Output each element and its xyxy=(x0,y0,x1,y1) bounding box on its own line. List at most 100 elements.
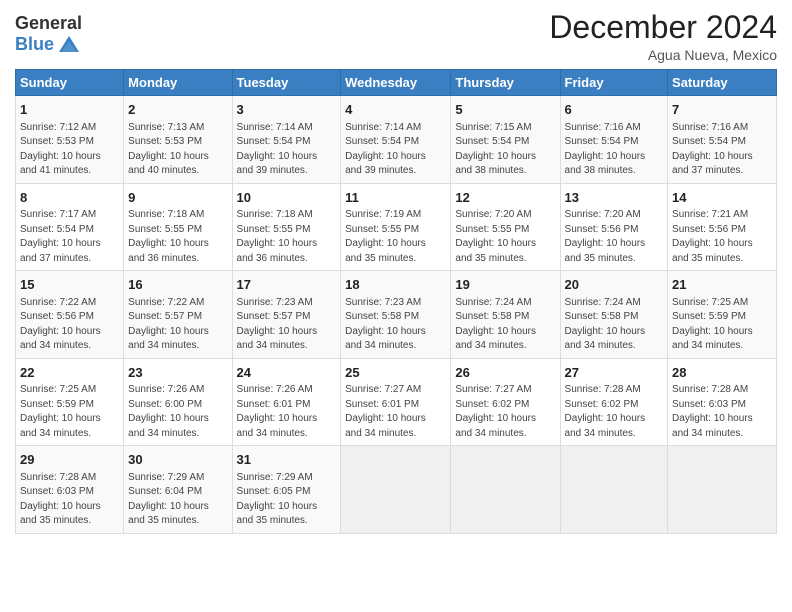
table-row: 28Sunrise: 7:28 AM Sunset: 6:03 PM Dayli… xyxy=(668,358,777,446)
col-monday: Monday xyxy=(124,70,232,96)
table-row: 21 Sunrise: 7:25 AM Sunset: 5:59 PM Dayli… xyxy=(668,271,777,359)
day-info: Sunrise: 7:18 AM Sunset: 5:55 PM Dayligh… xyxy=(128,209,209,264)
table-row: 2 Sunrise: 7:13 AM Sunset: 5:53 PM Daylig… xyxy=(124,96,232,184)
table-row: 19Sunrise: 7:24 AM Sunset: 5:58 PM Dayli… xyxy=(451,271,560,359)
day-info: Sunrise: 7:21 AM Sunset: 5:56 PM Dayligh… xyxy=(672,209,753,264)
col-friday: Friday xyxy=(560,70,668,96)
day-number: 11 xyxy=(345,189,446,207)
day-number: 8 xyxy=(20,189,119,207)
day-number: 22 xyxy=(20,364,119,382)
main-container: General Blue December 2024 Agua Nueva, M… xyxy=(0,0,792,544)
day-number: 13 xyxy=(565,189,664,207)
table-row: 31Sunrise: 7:29 AM Sunset: 6:05 PM Dayli… xyxy=(232,446,341,534)
day-info: Sunrise: 7:19 AM Sunset: 5:55 PM Dayligh… xyxy=(345,209,426,264)
calendar-header-row: Sunday Monday Tuesday Wednesday Thursday… xyxy=(16,70,777,96)
day-info: Sunrise: 7:23 AM Sunset: 5:57 PM Dayligh… xyxy=(237,297,318,352)
day-number: 7 xyxy=(672,101,772,119)
table-row: 7 Sunrise: 7:16 AM Sunset: 5:54 PM Daylig… xyxy=(668,96,777,184)
day-number: 1 xyxy=(20,101,119,119)
day-number: 4 xyxy=(345,101,446,119)
location: Agua Nueva, Mexico xyxy=(549,47,777,63)
day-info: Sunrise: 7:24 AM Sunset: 5:58 PM Dayligh… xyxy=(565,297,646,352)
table-row: 26 Sunrise: 7:27 AM Sunset: 6:02 PM Dayli… xyxy=(451,358,560,446)
table-row: 4Sunrise: 7:14 AM Sunset: 5:54 PM Daylig… xyxy=(341,96,451,184)
table-row: 8 Sunrise: 7:17 AM Sunset: 5:54 PM Daylig… xyxy=(16,183,124,271)
day-number: 18 xyxy=(345,276,446,294)
table-row: 30 Sunrise: 7:29 AM Sunset: 6:04 PM Dayli… xyxy=(124,446,232,534)
day-number: 9 xyxy=(128,189,227,207)
table-row: 1 Sunrise: 7:12 AM Sunset: 5:53 PM Daylig… xyxy=(16,96,124,184)
table-row: 10Sunrise: 7:18 AM Sunset: 5:55 PM Dayli… xyxy=(232,183,341,271)
day-info: Sunrise: 7:13 AM Sunset: 5:53 PM Dayligh… xyxy=(128,122,209,177)
table-row: 11 Sunrise: 7:19 AM Sunset: 5:55 PM Dayli… xyxy=(341,183,451,271)
day-number: 30 xyxy=(128,451,227,469)
day-info: Sunrise: 7:27 AM Sunset: 6:02 PM Dayligh… xyxy=(455,384,536,439)
day-info: Sunrise: 7:27 AM Sunset: 6:01 PM Dayligh… xyxy=(345,384,426,439)
day-info: Sunrise: 7:29 AM Sunset: 6:04 PM Dayligh… xyxy=(128,472,209,527)
table-row: 24Sunrise: 7:26 AM Sunset: 6:01 PM Dayli… xyxy=(232,358,341,446)
table-row: 29 Sunrise: 7:28 AM Sunset: 6:03 PM Dayli… xyxy=(16,446,124,534)
day-number: 3 xyxy=(237,101,337,119)
table-row: 14 Sunrise: 7:21 AM Sunset: 5:56 PM Dayli… xyxy=(668,183,777,271)
calendar-table: Sunday Monday Tuesday Wednesday Thursday… xyxy=(15,69,777,534)
day-number: 14 xyxy=(672,189,772,207)
day-number: 5 xyxy=(455,101,555,119)
day-info: Sunrise: 7:28 AM Sunset: 6:03 PM Dayligh… xyxy=(20,472,101,527)
col-saturday: Saturday xyxy=(668,70,777,96)
table-row xyxy=(341,446,451,534)
day-info: Sunrise: 7:29 AM Sunset: 6:05 PM Dayligh… xyxy=(237,472,318,527)
day-info: Sunrise: 7:23 AM Sunset: 5:58 PM Dayligh… xyxy=(345,297,426,352)
calendar-week-3: 15Sunrise: 7:22 AM Sunset: 5:56 PM Dayli… xyxy=(16,271,777,359)
day-number: 29 xyxy=(20,451,119,469)
table-row: 15Sunrise: 7:22 AM Sunset: 5:56 PM Dayli… xyxy=(16,271,124,359)
table-row: 25 Sunrise: 7:27 AM Sunset: 6:01 PM Dayli… xyxy=(341,358,451,446)
day-info: Sunrise: 7:12 AM Sunset: 5:53 PM Dayligh… xyxy=(20,122,101,177)
day-number: 24 xyxy=(237,364,337,382)
day-info: Sunrise: 7:14 AM Sunset: 5:54 PM Dayligh… xyxy=(237,122,318,177)
day-info: Sunrise: 7:15 AM Sunset: 5:54 PM Dayligh… xyxy=(455,122,536,177)
table-row xyxy=(668,446,777,534)
table-row: 5 Sunrise: 7:15 AM Sunset: 5:54 PM Daylig… xyxy=(451,96,560,184)
table-row: 12Sunrise: 7:20 AM Sunset: 5:55 PM Dayli… xyxy=(451,183,560,271)
day-info: Sunrise: 7:17 AM Sunset: 5:54 PM Dayligh… xyxy=(20,209,101,264)
table-row xyxy=(451,446,560,534)
day-number: 26 xyxy=(455,364,555,382)
day-info: Sunrise: 7:26 AM Sunset: 6:00 PM Dayligh… xyxy=(128,384,209,439)
title-block: December 2024 Agua Nueva, Mexico xyxy=(549,10,777,63)
logo-icon xyxy=(57,34,81,56)
col-sunday: Sunday xyxy=(16,70,124,96)
day-number: 21 xyxy=(672,276,772,294)
day-info: Sunrise: 7:20 AM Sunset: 5:55 PM Dayligh… xyxy=(455,209,536,264)
col-thursday: Thursday xyxy=(451,70,560,96)
table-row: 6Sunrise: 7:16 AM Sunset: 5:54 PM Daylig… xyxy=(560,96,668,184)
header: General Blue December 2024 Agua Nueva, M… xyxy=(15,10,777,63)
calendar-week-4: 22Sunrise: 7:25 AM Sunset: 5:59 PM Dayli… xyxy=(16,358,777,446)
col-tuesday: Tuesday xyxy=(232,70,341,96)
calendar-week-5: 29 Sunrise: 7:28 AM Sunset: 6:03 PM Dayli… xyxy=(16,446,777,534)
table-row: 22Sunrise: 7:25 AM Sunset: 5:59 PM Dayli… xyxy=(16,358,124,446)
table-row: 16 Sunrise: 7:22 AM Sunset: 5:57 PM Dayli… xyxy=(124,271,232,359)
day-number: 25 xyxy=(345,364,446,382)
day-number: 28 xyxy=(672,364,772,382)
day-info: Sunrise: 7:28 AM Sunset: 6:02 PM Dayligh… xyxy=(565,384,646,439)
day-number: 23 xyxy=(128,364,227,382)
table-row: 20Sunrise: 7:24 AM Sunset: 5:58 PM Dayli… xyxy=(560,271,668,359)
day-number: 6 xyxy=(565,101,664,119)
day-info: Sunrise: 7:20 AM Sunset: 5:56 PM Dayligh… xyxy=(565,209,646,264)
day-info: Sunrise: 7:22 AM Sunset: 5:57 PM Dayligh… xyxy=(128,297,209,352)
table-row: 13 Sunrise: 7:20 AM Sunset: 5:56 PM Dayli… xyxy=(560,183,668,271)
day-number: 10 xyxy=(237,189,337,207)
logo-blue: Blue xyxy=(15,35,54,55)
table-row: 3 Sunrise: 7:14 AM Sunset: 5:54 PM Daylig… xyxy=(232,96,341,184)
logo-general: General xyxy=(15,14,82,34)
day-info: Sunrise: 7:25 AM Sunset: 5:59 PM Dayligh… xyxy=(672,297,753,352)
day-info: Sunrise: 7:16 AM Sunset: 5:54 PM Dayligh… xyxy=(672,122,753,177)
day-number: 16 xyxy=(128,276,227,294)
table-row: 27 Sunrise: 7:28 AM Sunset: 6:02 PM Dayli… xyxy=(560,358,668,446)
table-row: 17 Sunrise: 7:23 AM Sunset: 5:57 PM Dayli… xyxy=(232,271,341,359)
calendar-week-1: 1 Sunrise: 7:12 AM Sunset: 5:53 PM Daylig… xyxy=(16,96,777,184)
day-number: 2 xyxy=(128,101,227,119)
day-number: 27 xyxy=(565,364,664,382)
day-number: 17 xyxy=(237,276,337,294)
table-row: 9 Sunrise: 7:18 AM Sunset: 5:55 PM Daylig… xyxy=(124,183,232,271)
